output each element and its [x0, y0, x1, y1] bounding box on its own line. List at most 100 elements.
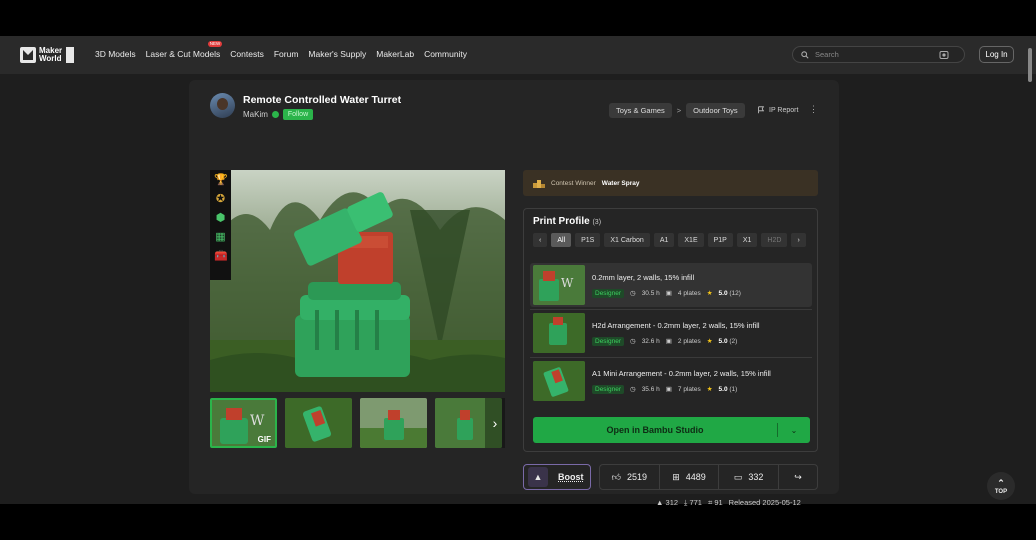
thumbnail-3[interactable] — [360, 398, 427, 448]
water-turret-photo — [210, 170, 505, 392]
contest-prefix: Contest Winner — [551, 179, 596, 187]
plates-icon: ▣ — [665, 338, 672, 345]
chevron-down-icon[interactable]: ⌄ — [778, 426, 810, 435]
filter-x1-carbon[interactable]: X1 Carbon — [604, 233, 650, 247]
nav-link-forum[interactable]: Forum — [274, 49, 299, 59]
boost-icon: ▲ — [528, 467, 548, 487]
star-icon: ★ — [706, 386, 713, 393]
award-badges: 🏆 ✪ ⬢ ▦ 🧰 — [210, 170, 231, 280]
star-icon: ★ — [706, 290, 713, 297]
designer-badge: Designer — [592, 336, 625, 346]
search-bar[interactable] — [792, 46, 965, 63]
breadcrumb-separator: > — [676, 106, 682, 115]
toolbox-icon[interactable]: 🧰 — [214, 250, 228, 263]
image-search-icon[interactable] — [939, 50, 949, 60]
main-model-image[interactable]: 🏆 ✪ ⬢ ▦ 🧰 — [210, 170, 505, 392]
like-count: 2519 — [627, 472, 648, 482]
print-profile-title: Print Profile (3) — [533, 216, 601, 227]
engagement-bar: 👍︎ 2519 ⊞ 4489 ▭ 332 ↪ — [599, 464, 818, 490]
thumbnail-next-button[interactable]: › — [485, 398, 505, 448]
nav-link-makers-supply[interactable]: Maker's Supply — [308, 49, 366, 59]
collect-button[interactable]: ⊞ 4489 — [660, 465, 720, 489]
profile-thumbnail — [533, 361, 585, 401]
grid-badge-icon[interactable]: ▦ — [214, 231, 227, 244]
hexagon-badge-icon[interactable]: ⬢ — [214, 212, 227, 225]
model-meta-row: ▲ 312 ⤓ 771 ⌗ 91 Released 2025-05-12 — [656, 498, 801, 508]
print-profile-count: (3) — [592, 219, 602, 226]
contest-name: Water Spray — [601, 179, 640, 187]
search-input[interactable] — [815, 50, 935, 59]
filter-p1s[interactable]: P1S — [575, 233, 601, 247]
profile-item-2[interactable]: H2d Arrangement - 0.2mm layer, 2 walls, … — [530, 311, 812, 355]
divider — [530, 309, 812, 310]
boost-count-value: 312 — [665, 498, 679, 507]
profile-thumbnail-image: W — [533, 265, 585, 305]
trophy-icon[interactable]: 🏆 — [214, 174, 228, 187]
breadcrumb-outdoor-toys[interactable]: Outdoor Toys — [686, 103, 745, 118]
filter-prev-button[interactable]: ‹ — [533, 233, 548, 247]
filter-p1p[interactable]: P1P — [707, 233, 733, 247]
profile-item-1[interactable]: W 0.2mm layer, 2 walls, 15% infill Desig… — [530, 263, 812, 307]
print-count-value: 91 — [714, 498, 723, 507]
breadcrumb: Toys & Games > Outdoor Toys — [609, 103, 745, 118]
nav-link-laser-cut[interactable]: Laser & Cut Models NEW — [146, 41, 223, 59]
download-count: ⤓ 771 — [684, 498, 702, 508]
author-name[interactable]: MaKim — [243, 110, 268, 119]
comments-button[interactable]: ▭ 332 — [719, 465, 780, 489]
like-button[interactable]: 👍︎ 2519 — [600, 465, 660, 489]
filter-all[interactable]: All — [551, 233, 572, 247]
profile-item-3[interactable]: A1 Mini Arrangement - 0.2mm layer, 2 wal… — [530, 359, 812, 403]
new-badge: NEW — [207, 41, 223, 47]
back-to-top-button[interactable]: ⌃ TOP — [987, 472, 1015, 500]
boost-count: ▲ 312 — [656, 498, 678, 508]
designer-badge: Designer — [592, 384, 625, 394]
model-title: Remote Controlled Water Turret — [243, 94, 402, 106]
open-in-bambu-studio-label: Open in Bambu Studio — [606, 425, 704, 435]
filter-x1e[interactable]: X1E — [678, 233, 704, 247]
thumbs-up-icon: 👍︎ — [611, 471, 622, 482]
open-in-bambu-studio-button[interactable]: Open in Bambu Studio ⌄ — [533, 417, 810, 443]
nav-link-makerlab[interactable]: MakerLab — [376, 49, 414, 59]
breadcrumb-toys-games[interactable]: Toys & Games — [609, 103, 672, 118]
thumbnail-2[interactable] — [285, 398, 352, 448]
contest-winner-banner[interactable]: Contest Winner Water Spray — [523, 170, 818, 196]
profile-thumbnail — [533, 313, 585, 353]
nav-link-community[interactable]: Community — [424, 49, 467, 59]
plate-count: 4 plates — [677, 289, 701, 297]
clock-icon: ◷ — [630, 290, 636, 297]
author-avatar[interactable] — [210, 93, 235, 118]
bookmark-icon: ⊞ — [672, 471, 680, 482]
profile-name: A1 Mini Arrangement - 0.2mm layer, 2 wal… — [592, 368, 771, 378]
ip-report-link[interactable]: IP Report — [757, 106, 798, 114]
page-scrollbar[interactable] — [1028, 48, 1032, 82]
top-nav: Maker World 3D Models Laser & Cut Models… — [0, 36, 1036, 74]
nav-link-contests[interactable]: Contests — [230, 49, 264, 59]
author-row: MaKim Follow — [243, 109, 314, 120]
medal-icon[interactable]: ✪ — [214, 193, 227, 206]
plates-icon: ▣ — [665, 290, 672, 297]
svg-text:W: W — [250, 413, 265, 429]
boost-button[interactable]: ▲ Boost — [523, 464, 591, 490]
share-button[interactable]: ↪ — [779, 465, 817, 489]
plates-icon: ▣ — [665, 386, 672, 393]
download-count-value: 771 — [689, 498, 702, 507]
printer-filters: ‹ All P1S X1 Carbon A1 X1E P1P X1 H2D › — [533, 233, 806, 247]
thumbnail-1[interactable]: W GIF — [210, 398, 277, 448]
filter-a1[interactable]: A1 — [653, 233, 675, 247]
star-icon: ★ — [706, 338, 713, 345]
top-label: TOP — [994, 488, 1008, 495]
collect-count: 4489 — [685, 472, 706, 482]
filter-h2d[interactable]: H2D — [761, 233, 788, 247]
model-detail-card: Remote Controlled Water Turret MaKim Fol… — [189, 80, 839, 507]
login-button[interactable]: Log In — [979, 46, 1014, 63]
makerworld-logo[interactable]: Maker World — [20, 47, 75, 63]
more-options-icon[interactable]: ⋮ — [809, 104, 818, 115]
follow-button[interactable]: Follow — [282, 109, 314, 120]
chevron-right-icon: › — [492, 415, 498, 431]
verified-icon — [271, 111, 279, 118]
filter-x1[interactable]: X1 — [736, 233, 758, 247]
nav-link-3d-models[interactable]: 3D Models — [95, 49, 136, 59]
print-count: ⌗ 91 — [708, 498, 723, 508]
filter-next-button[interactable]: › — [791, 233, 806, 247]
print-profile-panel: Print Profile (3) ‹ All P1S X1 Carbon A1… — [523, 208, 818, 452]
